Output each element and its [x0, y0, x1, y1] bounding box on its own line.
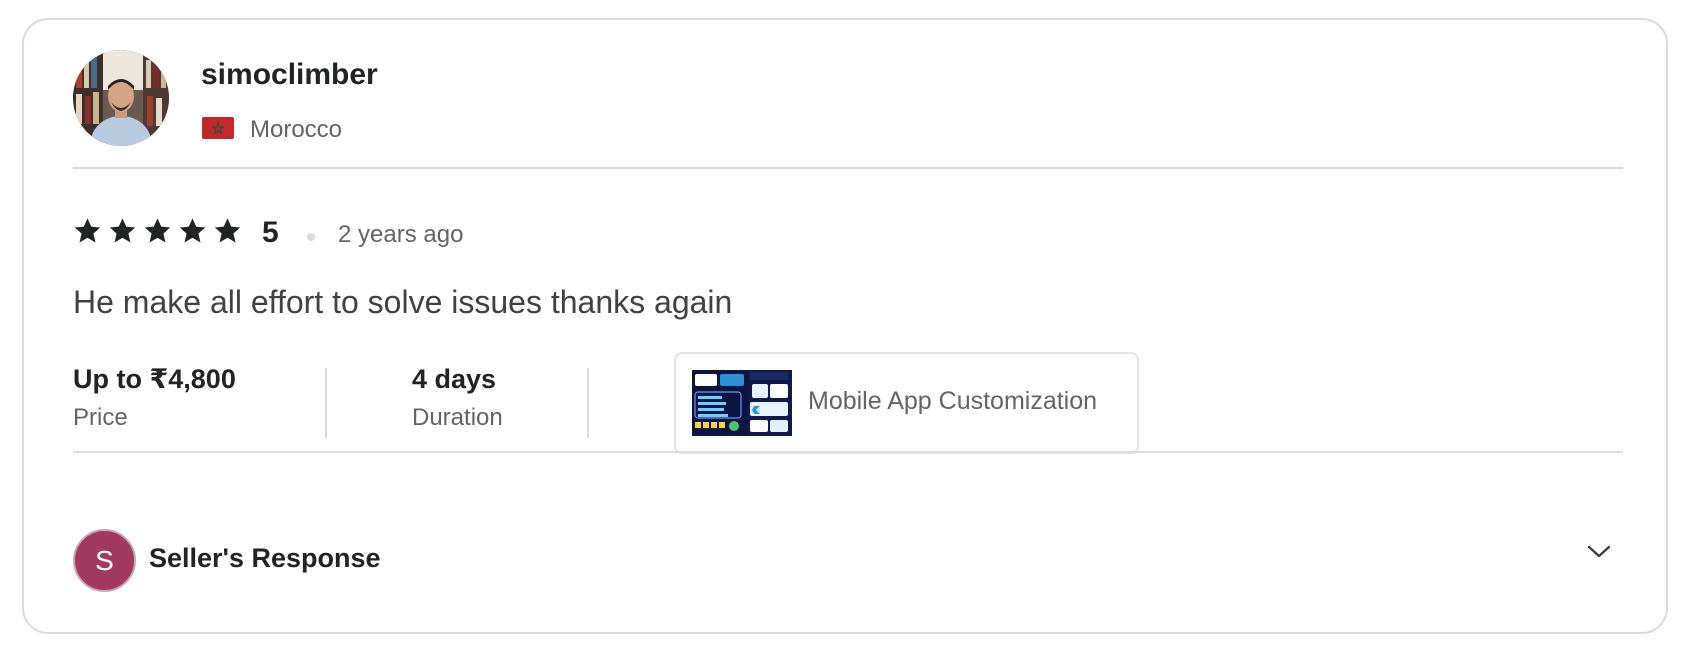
meta-separator	[587, 368, 589, 438]
star-icon	[213, 216, 242, 252]
rating-stars	[73, 216, 242, 252]
star-icon	[143, 216, 172, 252]
chevron-down-icon[interactable]	[1584, 540, 1614, 564]
review-card: simoclimber Morocco 5 2 years ago He mak…	[22, 18, 1668, 634]
header-divider	[73, 167, 1623, 169]
reviewer-country: Morocco	[250, 116, 343, 143]
reviewer-username[interactable]: simoclimber	[201, 58, 378, 92]
seller-avatar: S	[73, 529, 136, 592]
review-time-ago: 2 years ago	[338, 221, 464, 248]
star-icon	[178, 216, 207, 252]
response-divider	[73, 451, 1623, 453]
star-icon	[108, 216, 137, 252]
star-icon	[73, 216, 102, 252]
gig-thumbnail	[692, 370, 792, 436]
price-label: Price	[73, 404, 128, 431]
review-text: He make all effort to solve issues thank…	[73, 284, 733, 320]
seller-response-title[interactable]: Seller's Response	[149, 543, 381, 574]
reviewer-avatar[interactable]	[73, 50, 169, 146]
duration-value: 4 days	[412, 364, 497, 394]
duration-label: Duration	[412, 404, 503, 431]
price-value: Up to ₹4,800	[73, 364, 236, 394]
morocco-flag-icon	[202, 117, 234, 139]
separator-dot	[307, 233, 315, 241]
gig-title[interactable]: Mobile App Customization	[808, 387, 1097, 416]
rating-value: 5	[262, 216, 279, 249]
meta-separator	[325, 368, 327, 438]
gig-card[interactable]: Mobile App Customization	[674, 352, 1139, 454]
